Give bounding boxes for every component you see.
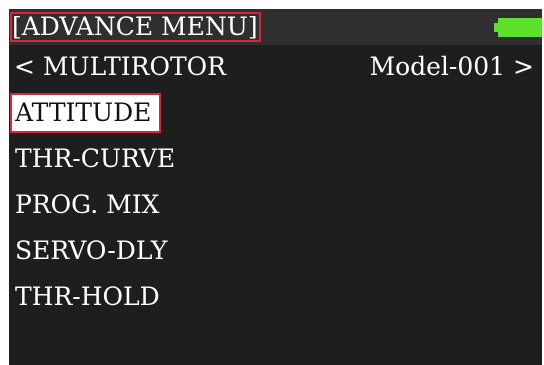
menu-item-thr-hold[interactable]: THR-HOLD (12, 279, 168, 315)
model-type-selector[interactable]: < MULTIROTOR (14, 49, 226, 85)
chevron-right-icon[interactable]: > (513, 49, 534, 85)
battery-level (498, 18, 542, 37)
model-nav-row: < MULTIROTOR Model-001 > (9, 49, 542, 85)
model-name-label: Model-001 (369, 52, 506, 81)
menu-item-prog-mix[interactable]: PROG. MIX (12, 187, 167, 223)
model-name-selector[interactable]: Model-001 > (369, 49, 534, 85)
menu-title: [ADVANCE MENU] (10, 12, 261, 42)
chevron-left-icon[interactable]: < (14, 49, 35, 85)
menu-item-attitude[interactable]: ATTITUDE (12, 95, 160, 131)
model-type-label: MULTIROTOR (42, 52, 226, 81)
battery-full-icon (494, 18, 542, 37)
transmitter-screen: [ADVANCE MENU] < MULTIROTOR Model-001 > … (9, 9, 542, 365)
menu-item-servo-dly[interactable]: SERVO-DLY (12, 233, 175, 269)
menu-item-thr-curve[interactable]: THR-CURVE (12, 141, 183, 177)
title-bar: [ADVANCE MENU] (9, 9, 542, 45)
